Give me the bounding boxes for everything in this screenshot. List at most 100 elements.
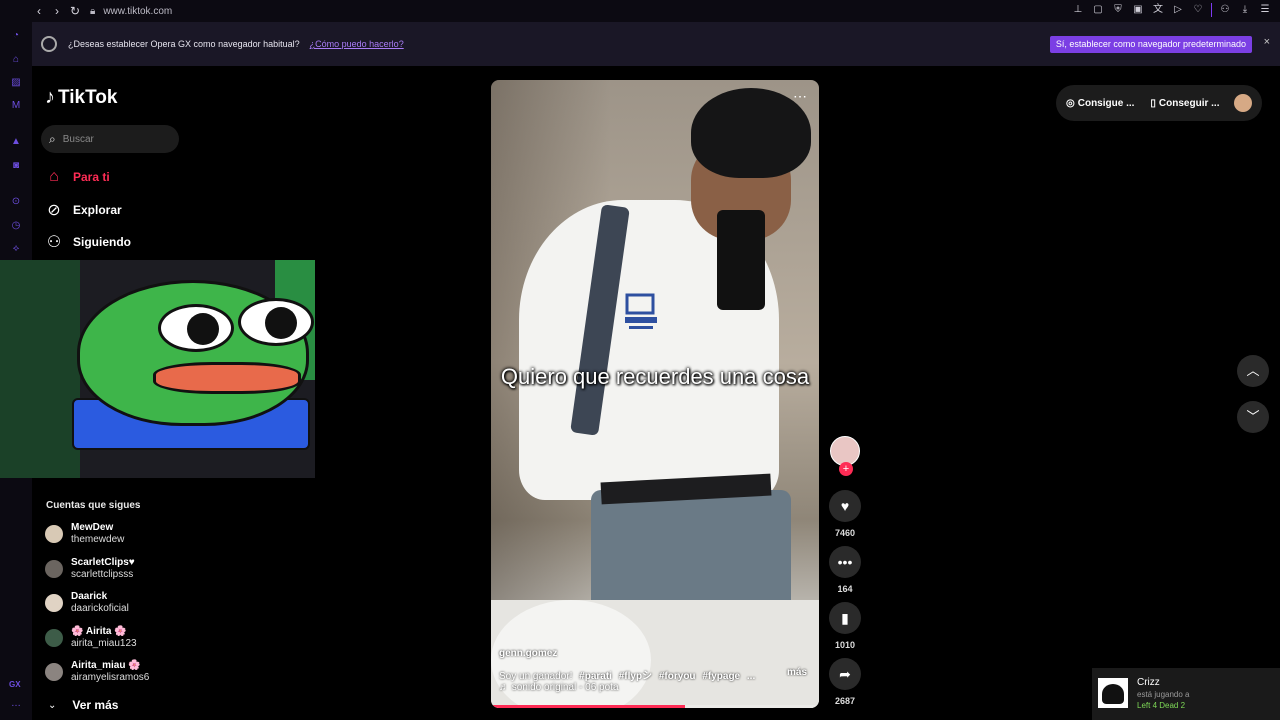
- history-icon[interactable]: ◷: [10, 220, 22, 232]
- get-app-button[interactable]: ▯ Conseguir ...: [1150, 98, 1219, 109]
- account-item[interactable]: MewDew themewdew: [45, 522, 124, 546]
- tiktok-logo[interactable]: ♪ TikTok: [45, 86, 117, 109]
- account-handle: scarlettclipsss: [71, 569, 134, 580]
- like-count: 7460: [834, 528, 856, 538]
- avatar: [45, 629, 63, 647]
- previous-video-button[interactable]: ︿: [1237, 355, 1269, 387]
- share-icon: ➦: [839, 666, 851, 682]
- notice-text: ¿Deseas establecer Opera GX como navegad…: [68, 39, 300, 49]
- nav-for-you[interactable]: ⌂ Para ti: [45, 168, 110, 186]
- heart-icon[interactable]: ♡: [1191, 3, 1205, 17]
- play-icon[interactable]: ▷: [1171, 3, 1185, 17]
- account-handle: airamyelisramos6: [71, 672, 150, 683]
- pepe-pupil: [187, 313, 219, 345]
- nav-explore[interactable]: ⊘ Explorar: [45, 200, 121, 220]
- more-icon[interactable]: …: [11, 698, 21, 709]
- messenger-icon[interactable]: M: [10, 100, 22, 112]
- hashtag[interactable]: #foryou: [659, 671, 696, 682]
- share-button[interactable]: ➦: [829, 658, 861, 690]
- player-icon[interactable]: ⊙: [10, 196, 22, 208]
- toolbar-divider: [1211, 3, 1212, 17]
- pin-icon[interactable]: ⊥: [1071, 3, 1085, 17]
- chevron-down-icon: ﹀: [1246, 409, 1260, 424]
- school-logo: [625, 293, 657, 329]
- hashtag[interactable]: #parati: [579, 671, 612, 682]
- back-icon[interactable]: ‹: [32, 4, 46, 18]
- hashtag[interactable]: #flypシ: [619, 671, 652, 682]
- home-icon: ⌂: [49, 168, 59, 185]
- gx-label[interactable]: GX: [9, 680, 21, 689]
- set-default-button[interactable]: Sí, establecer como navegador predetermi…: [1049, 36, 1252, 53]
- url-text[interactable]: www.tiktok.com: [103, 6, 172, 17]
- address-bar[interactable]: 🔒︎ www.tiktok.com: [90, 6, 172, 17]
- pill-label: Consigue ...: [1077, 97, 1135, 109]
- reload-icon[interactable]: ↻: [68, 4, 82, 18]
- opera-logo-icon: [41, 36, 57, 52]
- gx-corner-icon[interactable]: ▨: [10, 77, 22, 89]
- close-icon[interactable]: ×: [1264, 36, 1270, 48]
- translate-icon[interactable]: 文: [1151, 3, 1165, 17]
- gx-store-icon[interactable]: ⌂: [10, 54, 22, 66]
- lock-icon: 🔒︎: [90, 5, 96, 17]
- save-button[interactable]: ▮: [829, 602, 861, 634]
- shield-icon[interactable]: ⛨: [1111, 3, 1125, 17]
- description-text: Soy un ganador!: [499, 671, 573, 682]
- more-options-icon[interactable]: ⋯: [793, 88, 807, 105]
- comment-button[interactable]: •••: [829, 546, 861, 578]
- save-count: 1010: [834, 640, 856, 650]
- ellipsis: ...: [746, 671, 756, 682]
- toast-game: Left 4 Dead 2: [1137, 701, 1186, 710]
- bookmark-icon: ▮: [841, 610, 849, 626]
- get-coins-button[interactable]: ◎ Consigue ...: [1066, 98, 1134, 109]
- menu-icon[interactable]: ☰: [1258, 3, 1272, 17]
- video-author[interactable]: genn.gomez: [499, 648, 557, 659]
- game-activity-toast[interactable]: Crizz está jugando a Left 4 Dead 2: [1092, 668, 1280, 720]
- video-player[interactable]: Quiero que recuerdes una cosa ⋯ genn.gom…: [491, 80, 819, 708]
- browser-toolbar: ⊥ ▢ ⛨ ▣ 文 ▷ ♡ ⚇ ⤓ ☰: [1071, 3, 1272, 17]
- screen-icon[interactable]: ▣: [1131, 3, 1145, 17]
- nav-following[interactable]: ⚇ Siguiendo: [45, 232, 131, 252]
- avatar: [45, 560, 63, 578]
- download-icon[interactable]: ⤓: [1238, 3, 1252, 17]
- user-avatar[interactable]: [1234, 94, 1252, 112]
- following-icon: ⚇: [46, 234, 62, 251]
- pepe-eye-left: [158, 304, 234, 352]
- twitch-icon[interactable]: ◙: [10, 160, 22, 172]
- tiktok-sidebar-icon[interactable]: ▲: [10, 136, 22, 148]
- nav-label: Para ti: [73, 170, 110, 184]
- sound-link[interactable]: ♬ sonido original - 06 pota: [499, 682, 619, 693]
- account-item[interactable]: Daarick daarickoficial: [45, 591, 129, 615]
- extensions-icon[interactable]: ⟡: [10, 243, 22, 255]
- header-actions: ◎ Consigue ... ▯ Conseguir ...: [1056, 85, 1262, 121]
- see-more-button[interactable]: ⌄ Ver más: [48, 698, 118, 712]
- comment-icon: •••: [837, 554, 853, 570]
- following-title: Cuentas que sigues: [46, 500, 141, 511]
- account-item[interactable]: Airita_miau 🌸 airamyelisramos6: [45, 660, 149, 684]
- forward-icon[interactable]: ›: [50, 4, 64, 18]
- profile-icon[interactable]: ⚇: [1218, 3, 1232, 17]
- browser-topbar: ‹ › ↻ 🔒︎ www.tiktok.com ⊥ ▢ ⛨ ▣ 文 ▷ ♡ ⚇ …: [0, 0, 1280, 22]
- chevron-down-icon: ⌄: [48, 699, 57, 711]
- like-button[interactable]: ♥: [829, 490, 861, 522]
- cat-icon: [1102, 684, 1124, 704]
- follow-plus-icon[interactable]: +: [839, 462, 853, 476]
- see-more-label: Ver más: [72, 698, 119, 712]
- hashtag[interactable]: #fypage: [702, 671, 740, 682]
- chevron-up-icon: ︿: [1246, 363, 1260, 378]
- notice-help-link[interactable]: ¿Cómo puedo hacerlo?: [310, 39, 404, 49]
- account-name: Daarick: [71, 591, 108, 602]
- progress-bar[interactable]: [491, 705, 685, 708]
- description-more-button[interactable]: más: [787, 667, 807, 678]
- phone-icon: ▯: [1150, 97, 1156, 109]
- avatar: [1098, 678, 1128, 708]
- account-item[interactable]: ScarletClips♥ scarlettclipsss: [45, 557, 135, 581]
- comment-count: 164: [837, 584, 853, 594]
- account-item[interactable]: 🌸 Airita 🌸 airita_miau123: [45, 626, 137, 650]
- avatar: [45, 663, 63, 681]
- gx-control-icon[interactable]: ◔: [10, 30, 22, 42]
- snapshot-icon[interactable]: ▢: [1091, 3, 1105, 17]
- video-scene: [717, 210, 765, 310]
- next-video-button[interactable]: ﹀: [1237, 401, 1269, 433]
- search-input[interactable]: ⌕ Buscar: [41, 125, 179, 153]
- avatar: [45, 525, 63, 543]
